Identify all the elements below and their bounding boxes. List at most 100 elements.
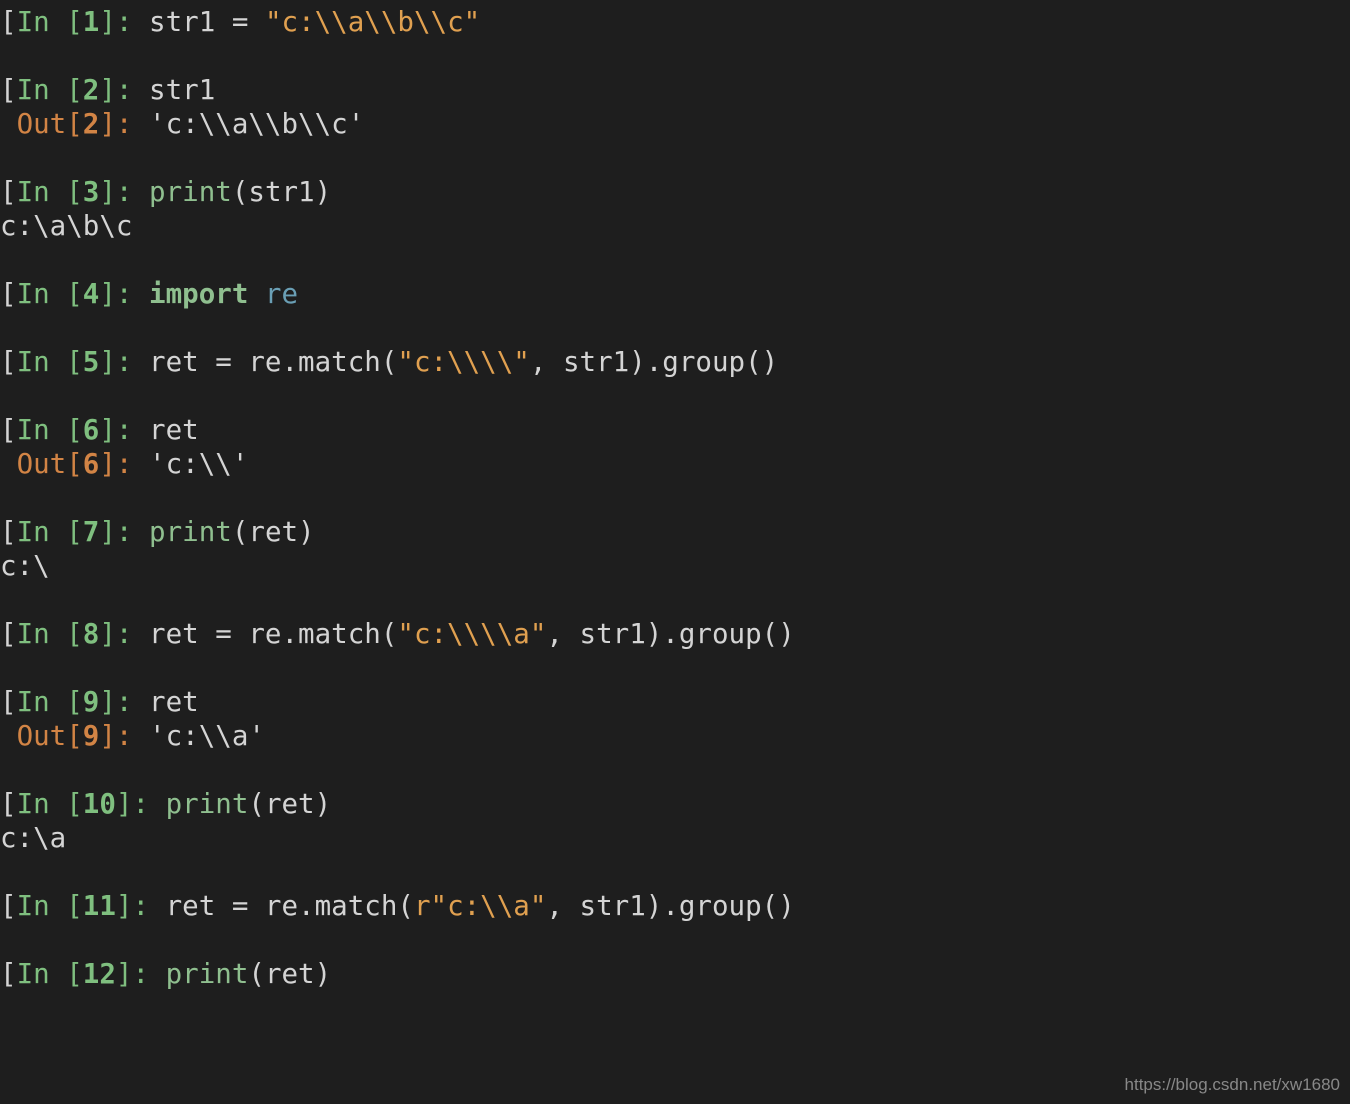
prompt-number: 3 [83, 176, 100, 208]
stdout-10: c:\a [0, 822, 1350, 856]
prompt-number: 8 [83, 618, 100, 650]
code-eq: = [232, 6, 265, 38]
code-var: str1 [149, 6, 232, 38]
prompt-close: ]: [99, 448, 149, 480]
code-post: , str1).group() [546, 618, 794, 650]
string-literal: "c:\\a" [431, 890, 547, 922]
func-args: (str1) [232, 176, 331, 208]
stdout-text: c:\a [0, 822, 66, 854]
bracket: [ [0, 788, 17, 820]
code-pre: ret = re.match( [149, 346, 397, 378]
stdout-7: c:\ [0, 550, 1350, 584]
blank-line [0, 380, 1350, 414]
prompt-close: ]: [116, 890, 166, 922]
bracket: [ [0, 6, 17, 38]
string-literal: "c:\\\\" [397, 346, 529, 378]
blank-line [0, 312, 1350, 346]
prompt-close: ]: [99, 414, 149, 446]
prompt-close: ]: [99, 108, 149, 140]
blank-line [0, 482, 1350, 516]
func-name: print [149, 516, 232, 548]
bracket: [ [0, 890, 17, 922]
in-label: In [ [17, 6, 83, 38]
blank-line [0, 924, 1350, 958]
in-label: In [ [17, 176, 83, 208]
prompt-close: ]: [99, 346, 149, 378]
bracket: [ [0, 346, 17, 378]
in-label: In [ [17, 516, 83, 548]
bracket: [ [0, 278, 17, 310]
prompt-number: 6 [83, 414, 100, 446]
prompt-close: ]: [116, 788, 166, 820]
blank-line [0, 142, 1350, 176]
cell-in-9: [In [9]: ret [0, 686, 1350, 720]
in-label: In [ [17, 788, 83, 820]
cell-in-8: [In [8]: ret = re.match("c:\\\\a", str1)… [0, 618, 1350, 652]
stdout-text: c:\a\b\c [0, 210, 132, 242]
output-value: 'c:\\a\\b\\c' [149, 108, 364, 140]
cell-in-11: [In [11]: ret = re.match(r"c:\\a", str1)… [0, 890, 1350, 924]
prompt-number: 5 [83, 346, 100, 378]
blank-line [0, 754, 1350, 788]
bracket: [ [0, 74, 17, 106]
in-label: In [ [17, 890, 83, 922]
code-pre: ret = re.match( [149, 618, 397, 650]
prompt-close: ]: [99, 278, 149, 310]
blank-line [0, 652, 1350, 686]
prompt-close: ]: [99, 6, 149, 38]
func-name: print [166, 958, 249, 990]
in-label: In [ [17, 686, 83, 718]
in-label: In [ [17, 414, 83, 446]
prompt-number: 4 [83, 278, 100, 310]
func-args: (ret) [232, 516, 315, 548]
prompt-number: 6 [83, 448, 100, 480]
cell-in-10: [In [10]: print(ret) [0, 788, 1350, 822]
bracket: [ [0, 414, 17, 446]
prompt-close: ]: [99, 720, 149, 752]
stdout-3: c:\a\b\c [0, 210, 1350, 244]
prompt-number: 1 [83, 6, 100, 38]
prompt-number: 10 [83, 788, 116, 820]
cell-in-2: [In [2]: str1 [0, 74, 1350, 108]
prompt-close: ]: [99, 516, 149, 548]
bracket: [ [0, 686, 17, 718]
ipython-terminal[interactable]: [In [1]: str1 = "c:\\a\\b\\c" [In [2]: s… [0, 0, 1350, 992]
bracket: [ [0, 176, 17, 208]
prompt-number: 2 [83, 74, 100, 106]
prompt-number: 12 [83, 958, 116, 990]
func-name: print [149, 176, 232, 208]
watermark-text: https://blog.csdn.net/xw1680 [1125, 1075, 1340, 1096]
raw-prefix: r [414, 890, 431, 922]
bracket: [ [0, 516, 17, 548]
cell-out-6: Out[6]: 'c:\\' [0, 448, 1350, 482]
cell-in-1: [In [1]: str1 = "c:\\a\\b\\c" [0, 6, 1350, 40]
cell-out-9: Out[9]: 'c:\\a' [0, 720, 1350, 754]
func-args: (ret) [248, 788, 331, 820]
output-value: 'c:\\a' [149, 720, 265, 752]
cell-in-4: [In [4]: import re [0, 278, 1350, 312]
stdout-text: c:\ [0, 550, 50, 582]
in-label: In [ [17, 346, 83, 378]
prompt-close: ]: [99, 74, 149, 106]
func-args: (ret) [248, 958, 331, 990]
blank-line [0, 584, 1350, 618]
module-name: re [248, 278, 298, 310]
code-post: , str1).group() [546, 890, 794, 922]
code-post: , str1).group() [530, 346, 778, 378]
blank-line [0, 856, 1350, 890]
blank-line [0, 40, 1350, 74]
out-label: Out[ [17, 448, 83, 480]
bracket: [ [0, 958, 17, 990]
cell-out-2: Out[2]: 'c:\\a\\b\\c' [0, 108, 1350, 142]
prompt-close: ]: [116, 958, 166, 990]
cell-in-7: [In [7]: print(ret) [0, 516, 1350, 550]
bracket: [ [0, 618, 17, 650]
prompt-number: 7 [83, 516, 100, 548]
prompt-number: 11 [83, 890, 116, 922]
cell-in-6: [In [6]: ret [0, 414, 1350, 448]
out-label: Out[ [17, 108, 83, 140]
string-literal: "c:\\a\\b\\c" [265, 6, 480, 38]
prompt-number: 9 [83, 720, 100, 752]
cell-in-5: [In [5]: ret = re.match("c:\\\\", str1).… [0, 346, 1350, 380]
in-label: In [ [17, 74, 83, 106]
